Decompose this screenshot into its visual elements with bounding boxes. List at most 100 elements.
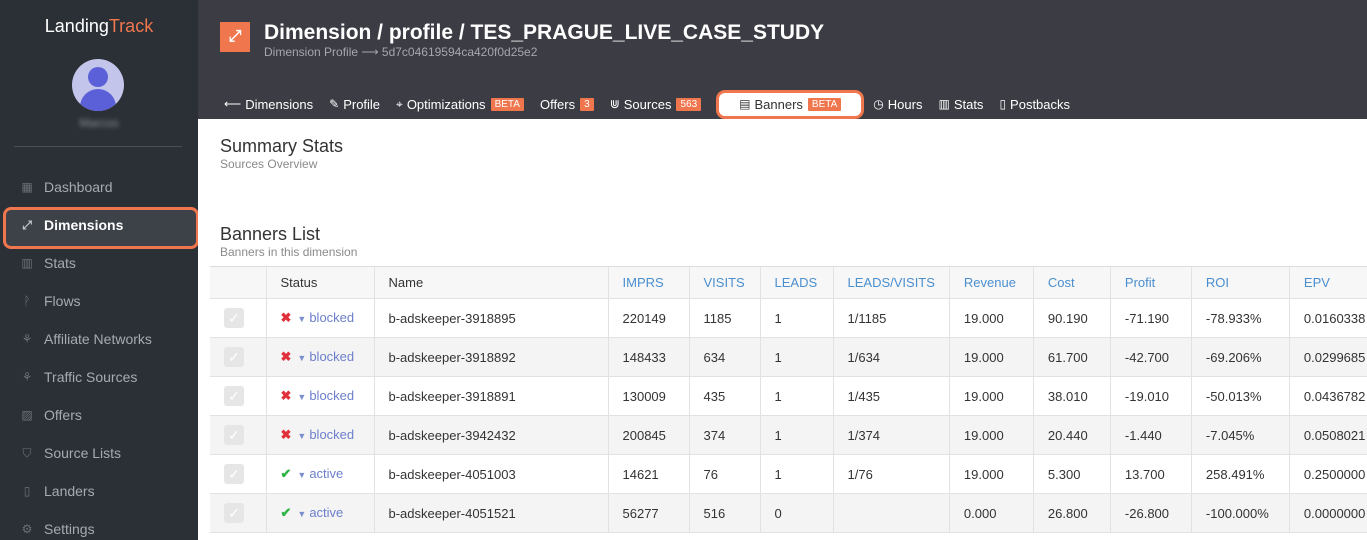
avatar-head-icon — [88, 67, 108, 87]
visits-cell: 1185 — [689, 298, 761, 338]
traffic-icon: ⚘ — [21, 370, 33, 384]
col-cost[interactable]: Cost — [1033, 266, 1111, 299]
table-row: ✓ ✔ ▼ active b-adskeeper-4051521 56277 516 0 0.0… — [210, 493, 1367, 533]
tab-stats[interactable]: ▥ Stats — [938, 97, 983, 112]
tab-label: Sources — [623, 96, 672, 112]
sidebar-item-label: Affiliate Networks — [44, 331, 152, 347]
imprs-cell: 14621 — [608, 454, 690, 494]
caret-down-icon: ▼ — [297, 431, 307, 441]
col-roi[interactable]: ROI — [1191, 266, 1290, 299]
tab-banners[interactable]: ▤ Banners BETA — [719, 92, 862, 116]
status-label: active — [309, 466, 344, 481]
revenue-cell: 19.000 — [949, 454, 1034, 494]
status-dropdown[interactable]: ▼ active — [297, 505, 343, 520]
col-leads-visits[interactable]: LEADS/VISITS — [833, 266, 950, 299]
row-checkbox[interactable]: ✓ — [224, 308, 244, 328]
col-select — [210, 266, 267, 299]
file-icon: ▯ — [23, 484, 31, 498]
sidebar-item-stats[interactable]: ▥ Stats — [0, 244, 198, 282]
status-dropdown[interactable]: ▼ blocked — [297, 388, 354, 403]
caret-down-icon: ▼ — [297, 470, 307, 480]
col-epv[interactable]: EPV — [1289, 266, 1367, 299]
cost-cell: 61.700 — [1033, 337, 1111, 377]
row-checkbox[interactable]: ✓ — [224, 425, 244, 445]
sidebar-item-offers[interactable]: ▨ Offers — [0, 396, 198, 434]
sidebar-divider — [14, 146, 182, 147]
row-checkbox[interactable]: ✓ — [224, 347, 244, 367]
status-label: active — [309, 505, 344, 520]
status-dropdown[interactable]: ▼ blocked — [297, 310, 354, 325]
leads-cell: 1 — [760, 337, 834, 377]
tab-profile[interactable]: ✎ Profile — [329, 97, 380, 112]
visits-cell: 516 — [689, 493, 761, 533]
table-row: ✓ ✖ ▼ blocked b-adskeeper-3918895 220149 1185 1… — [210, 298, 1367, 338]
imprs-cell: 130009 — [608, 376, 690, 416]
sidebar-item-settings[interactable]: ⚙ Settings — [0, 510, 198, 540]
bar-chart-icon: ▥ — [938, 97, 950, 111]
revenue-cell: 19.000 — [949, 376, 1034, 416]
banners-subtitle: Banners in this dimension — [220, 245, 358, 259]
sidebar-item-label: Traffic Sources — [44, 369, 138, 385]
profit-cell: -19.010 — [1110, 376, 1192, 416]
leads-visits-cell: 1/76 — [833, 454, 950, 494]
flow-icon: ᚹ — [23, 294, 31, 308]
cost-cell: 20.440 — [1033, 415, 1111, 455]
tab-dimensions[interactable]: ⟵ Dimensions — [224, 97, 313, 112]
imprs-cell: 200845 — [608, 415, 690, 455]
status-dropdown[interactable]: ▼ active — [297, 466, 343, 481]
sidebar-item-traffic-sources[interactable]: ⚘ Traffic Sources — [0, 358, 198, 396]
status-cell: ✖ ▼ blocked — [266, 337, 375, 377]
file-icon: ▯ — [999, 97, 1007, 111]
col-status[interactable]: Status — [266, 266, 375, 299]
imprs-cell: 148433 — [608, 337, 690, 377]
epv-cell: 0.2500000 — [1289, 454, 1367, 494]
sidebar-item-dimensions[interactable]: ⤢ Dimensions — [0, 206, 198, 249]
tab-postbacks[interactable]: ▯ Postbacks — [999, 97, 1070, 112]
brand-logo[interactable]: LandingTrack — [0, 16, 198, 37]
pencil-icon: ✎ — [329, 97, 340, 111]
status-cell: ✖ ▼ blocked — [266, 415, 375, 455]
sidebar-item-label: Dashboard — [44, 179, 113, 195]
magnet-icon: ⛉ — [22, 445, 32, 460]
leads-visits-cell: 1/1185 — [833, 298, 950, 338]
tab-hours[interactable]: ◷ Hours — [873, 97, 922, 112]
table-row: ✓ ✖ ▼ blocked b-adskeeper-3918892 148433 634 1 1… — [210, 337, 1367, 377]
sidebar-item-affiliate-networks[interactable]: ⚘ Affiliate Networks — [0, 320, 198, 358]
tab-label: Dimensions — [245, 96, 314, 112]
count-badge: 3 — [580, 97, 594, 111]
tab-sources[interactable]: ⋓ Sources 563 — [610, 96, 702, 112]
caret-down-icon: ▼ — [297, 353, 307, 363]
col-leads[interactable]: LEADS — [760, 266, 834, 299]
col-name[interactable]: Name — [374, 266, 609, 299]
col-visits[interactable]: VISITS — [689, 266, 761, 299]
status-dropdown[interactable]: ▼ blocked — [297, 349, 354, 364]
status-label: blocked — [309, 310, 355, 325]
col-revenue[interactable]: Revenue — [949, 266, 1034, 299]
crosshair-icon: ⌖ — [396, 96, 403, 111]
roi-cell: -7.045% — [1191, 415, 1290, 455]
col-profit[interactable]: Profit — [1110, 266, 1192, 299]
sidebar-item-landers[interactable]: ▯ Landers — [0, 472, 198, 510]
cost-cell: 26.800 — [1033, 493, 1111, 533]
dashboard-icon: ▦ — [21, 180, 33, 194]
tab-label: Stats — [953, 96, 984, 112]
row-checkbox[interactable]: ✓ — [224, 464, 244, 484]
table-row: ✓ ✖ ▼ blocked b-adskeeper-3918891 130009 435 1 1… — [210, 376, 1367, 416]
tab-offers[interactable]: Offers 3 — [540, 97, 594, 112]
count-badge: 563 — [676, 97, 702, 111]
status-dropdown[interactable]: ▼ blocked — [297, 427, 354, 442]
row-checkbox[interactable]: ✓ — [224, 503, 244, 523]
row-checkbox[interactable]: ✓ — [224, 386, 244, 406]
roi-cell: -100.000% — [1191, 493, 1290, 533]
sidebar-item-dashboard[interactable]: ▦ Dashboard — [0, 168, 198, 206]
gear-icon: ⚙ — [21, 522, 33, 536]
avatar[interactable] — [72, 59, 124, 111]
sidebar-item-label: Source Lists — [44, 445, 122, 461]
col-imprs[interactable]: IMPRS — [608, 266, 690, 299]
expand-arrows-icon: ⤢ — [22, 217, 32, 232]
sidebar-item-source-lists[interactable]: ⛉ Source Lists — [0, 434, 198, 472]
sidebar-item-flows[interactable]: ᚹ Flows — [0, 282, 198, 320]
tab-optimizations[interactable]: ⌖ Optimizations BETA — [396, 97, 524, 112]
visits-cell: 435 — [689, 376, 761, 416]
revenue-cell: 0.000 — [949, 493, 1034, 533]
